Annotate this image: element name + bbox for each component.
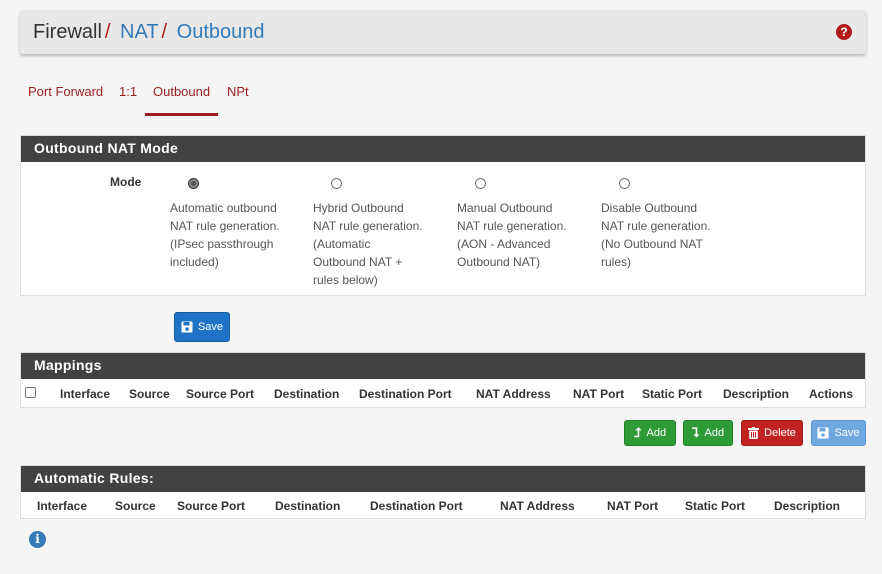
column-header[interactable]: NAT Address — [476, 387, 551, 401]
add-rule-top-button[interactable]: ⮥ Add — [624, 420, 676, 446]
column-header[interactable]: NAT Address — [500, 499, 575, 513]
info-circle-icon[interactable]: i — [29, 531, 46, 548]
panel-title: Automatic Rules: — [21, 466, 865, 492]
column-header[interactable]: NAT Port — [573, 387, 624, 401]
select-all-checkbox[interactable] — [25, 387, 36, 398]
breadcrumb-separator: / — [104, 21, 111, 43]
delete-button[interactable]: Delete — [741, 420, 803, 446]
panel-title: Outbound NAT Mode — [21, 136, 865, 162]
mode-hybrid-radio[interactable] — [331, 178, 342, 189]
mode-save-button[interactable]: Save — [174, 312, 230, 342]
outbound-nat-mode-panel: Outbound NAT Mode Mode Automatic outboun… — [20, 135, 866, 296]
column-header[interactable]: NAT Port — [607, 499, 658, 513]
tab-one-to-one[interactable]: 1:1 — [119, 78, 137, 116]
mode-disable-text: Disable Outbound NAT rule generation. (N… — [601, 201, 711, 269]
breadcrumb-outbound-link[interactable]: Outbound — [177, 21, 265, 43]
floppy-disk-icon — [181, 321, 193, 333]
column-header[interactable]: Destination Port — [370, 499, 463, 513]
breadcrumb-nat-link[interactable]: NAT — [120, 21, 159, 43]
page-header: Firewall / NAT / Outbound ? — [20, 10, 866, 54]
column-header[interactable]: Description — [723, 387, 789, 401]
mode-manual-text: Manual Outbound NAT rule generation. (AO… — [457, 201, 567, 269]
mappings-save-button[interactable]: Save — [811, 420, 866, 446]
mode-hybrid-text: Hybrid Outbound NAT rule generation. (Au… — [313, 201, 423, 287]
mode-automatic-text: Automatic outbound NAT rule generation. … — [170, 201, 280, 269]
column-header[interactable]: Interface — [60, 387, 110, 401]
column-header[interactable]: Static Port — [642, 387, 702, 401]
panel-title: Mappings — [21, 353, 865, 379]
column-header[interactable]: Static Port — [685, 499, 745, 513]
tab-port-forward[interactable]: Port Forward — [28, 78, 103, 116]
mode-automatic-radio[interactable] — [188, 178, 199, 189]
column-header[interactable]: Description — [774, 499, 840, 513]
column-header[interactable]: Destination — [275, 499, 340, 513]
column-header[interactable]: Source Port — [177, 499, 245, 513]
column-header[interactable]: Source — [129, 387, 170, 401]
breadcrumb-firewall: Firewall — [33, 21, 102, 43]
arrow-turn-up-icon: ⮥ — [633, 425, 642, 440]
breadcrumb: Firewall / NAT / Outbound — [33, 21, 265, 44]
trash-icon — [748, 427, 760, 439]
arrow-turn-down-icon: ⮧ — [691, 425, 700, 440]
mode-save-label: Save — [197, 321, 224, 333]
column-header[interactable]: Interface — [37, 499, 87, 513]
column-header[interactable]: Destination — [274, 387, 339, 401]
tab-npt[interactable]: NPt — [227, 78, 249, 116]
column-header[interactable]: Source — [115, 499, 156, 513]
breadcrumb-separator: / — [161, 21, 168, 43]
mappings-panel: Mappings Interface Source Source Port De… — [20, 352, 866, 408]
column-header[interactable]: Source Port — [186, 387, 254, 401]
column-header[interactable]: Destination Port — [359, 387, 452, 401]
question-circle-icon[interactable]: ? — [836, 24, 852, 40]
mode-manual-radio[interactable] — [475, 178, 486, 189]
tab-outbound[interactable]: Outbound — [144, 78, 219, 116]
mode-label: Mode — [110, 175, 142, 189]
automatic-rules-panel: Automatic Rules: Interface Source Source… — [20, 465, 866, 519]
column-header: Actions — [809, 387, 854, 401]
mode-disable-radio[interactable] — [619, 178, 630, 189]
add-rule-bottom-button[interactable]: ⮧ Add — [683, 420, 733, 446]
floppy-disk-icon — [817, 427, 829, 439]
